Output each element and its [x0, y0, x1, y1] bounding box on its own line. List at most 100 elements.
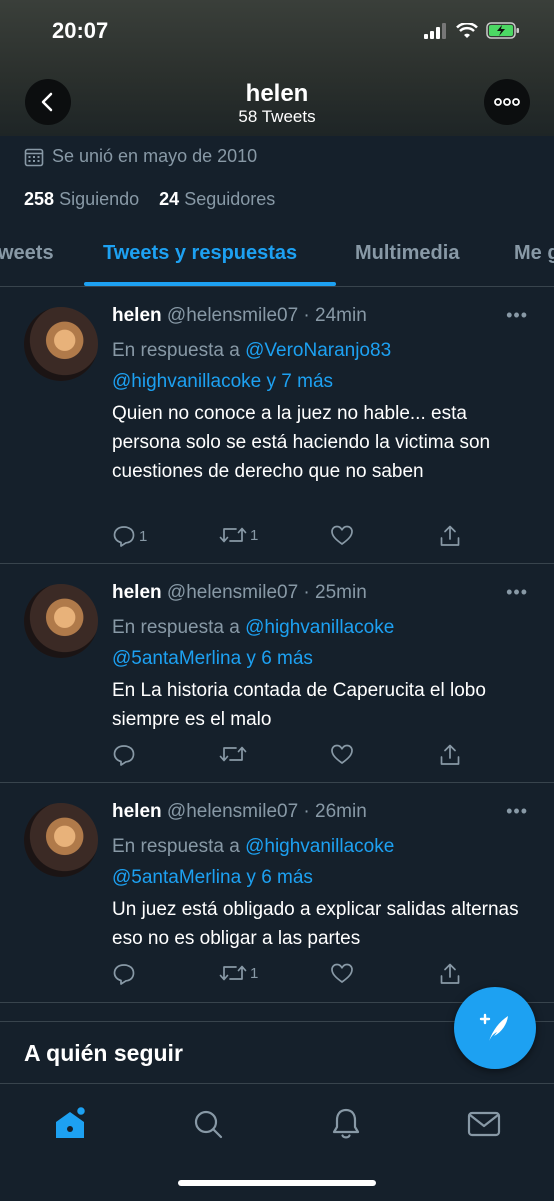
profile-name: helen [245, 80, 309, 107]
more-horizontal-icon [494, 98, 520, 106]
reply-user-link[interactable]: @highvanillacoke y 7 más [112, 371, 333, 392]
profile-tabs: weets Tweets y respuestas Multimedia Me … [0, 230, 554, 287]
reply-prefix: En respuesta a [112, 617, 240, 638]
tab-likes[interactable]: Me g [514, 242, 554, 265]
reply-context: En respuesta a @highvanillacoke @5antaMe… [112, 831, 532, 893]
retweet-button[interactable] [219, 743, 250, 765]
tweet-count: 58 Tweets [238, 107, 316, 126]
reply-context: En respuesta a @VeroNaranjo83 @highvanil… [112, 335, 532, 397]
active-tab-indicator [84, 282, 336, 286]
tweet-item[interactable]: helen @helensmile07 · 26min ••• En respu… [0, 783, 554, 1003]
signal-icon [424, 22, 446, 39]
tweet-header: helen @helensmile07 · 25min [112, 582, 367, 604]
tweet-more-icon[interactable]: ••• [506, 305, 528, 326]
tweet-handle-time: @helensmile07 · 26min [166, 801, 367, 822]
joined-date: Se unió en mayo de 2010 [24, 146, 257, 167]
share-icon [440, 744, 460, 765]
tweet-more-icon[interactable]: ••• [506, 801, 528, 822]
tab-media[interactable]: Multimedia [355, 242, 459, 265]
search-icon [194, 1110, 223, 1139]
home-indicator[interactable] [178, 1180, 376, 1186]
reply-user-link[interactable]: @highvanillacoke [245, 617, 394, 638]
retweet-count: 1 [250, 964, 259, 982]
nav-home[interactable] [50, 1104, 90, 1144]
heart-icon [331, 744, 353, 764]
compose-tweet-button[interactable] [454, 987, 536, 1069]
tweet-header: helen @helensmile07 · 24min [112, 305, 367, 327]
retweet-icon [219, 746, 247, 762]
reply-icon [113, 964, 135, 985]
share-button[interactable] [438, 743, 462, 767]
avatar[interactable] [24, 803, 98, 877]
tab-tweets-and-replies[interactable]: Tweets y respuestas [103, 242, 297, 265]
calendar-icon [24, 148, 44, 166]
tweet-text: Quien no conoce a la juez no hable... es… [112, 403, 491, 482]
tweet-author-name: helen [112, 801, 162, 822]
tweet-text: En La historia contada de Caperucita el … [112, 680, 486, 730]
nav-search[interactable] [188, 1104, 228, 1144]
following-count: 258 [24, 189, 55, 209]
retweet-count: 1 [250, 526, 259, 544]
followers-label: Seguidores [184, 189, 276, 209]
joined-text: Se unió en mayo de 2010 [52, 146, 258, 166]
tweet-more-icon[interactable]: ••• [506, 582, 528, 603]
tweet-actions [112, 743, 472, 771]
retweet-icon [219, 965, 247, 981]
like-button[interactable] [330, 524, 357, 546]
tweet-handle-time: @helensmile07 · 24min [166, 305, 367, 326]
tweet-author-name: helen [112, 582, 162, 603]
tab-tweets[interactable]: weets [0, 242, 54, 265]
heart-icon [331, 525, 353, 545]
tweet-handle-time: @helensmile07 · 25min [166, 582, 367, 603]
tweet-text: Un juez está obligado a explicar salidas… [112, 899, 519, 949]
reply-context: En respuesta a @highvanillacoke @5antaMe… [112, 612, 532, 674]
reply-user-link[interactable]: @highvanillacoke [245, 836, 394, 857]
battery-charging-icon [486, 22, 519, 39]
nav-messages[interactable] [464, 1104, 504, 1144]
share-button[interactable] [438, 962, 462, 986]
avatar[interactable] [24, 307, 98, 381]
bell-icon [332, 1108, 360, 1139]
profile-header-banner: 20:07 helen 58 Tweets [0, 0, 554, 136]
retweet-icon [219, 527, 247, 543]
followers-link[interactable]: 24 Seguidores [159, 189, 275, 209]
reply-button[interactable] [112, 962, 139, 986]
compose-feather-icon [479, 1013, 508, 1041]
tweet-item[interactable]: helen @helensmile07 · 24min ••• En respu… [0, 287, 554, 564]
retweet-button[interactable]: 1 [219, 524, 258, 546]
heart-icon [331, 963, 353, 983]
status-time: 20:07 [52, 18, 109, 43]
reply-icon [113, 745, 135, 766]
tweet-actions: 1 1 [112, 524, 472, 552]
tweet-actions: 1 [112, 962, 472, 990]
following-link[interactable]: 258 Siguiendo [24, 189, 139, 209]
home-icon [56, 1105, 87, 1138]
who-to-follow-heading: A quién seguir [24, 1040, 183, 1066]
reply-prefix: En respuesta a [112, 836, 240, 857]
share-button[interactable] [438, 524, 462, 548]
reply-user-link[interactable]: @VeroNaranjo83 [245, 340, 391, 361]
share-icon [440, 525, 460, 546]
more-options-button[interactable] [484, 79, 530, 125]
tweet-author-name: helen [112, 305, 162, 326]
tweet-item[interactable]: helen @helensmile07 · 25min ••• En respu… [0, 564, 554, 783]
tweet-header: helen @helensmile07 · 26min [112, 801, 367, 823]
follow-stats: 258 Siguiendo 24 Seguidores [24, 189, 275, 210]
reply-prefix: En respuesta a [112, 340, 240, 361]
reply-button[interactable]: 1 [112, 524, 147, 548]
retweet-button[interactable]: 1 [219, 962, 258, 984]
mail-icon [467, 1111, 501, 1137]
avatar[interactable] [24, 584, 98, 658]
reply-count: 1 [139, 527, 148, 545]
reply-user-link[interactable]: @5antaMerlina y 6 más [112, 648, 313, 669]
share-icon [440, 963, 460, 984]
reply-icon [113, 526, 135, 547]
like-button[interactable] [330, 962, 357, 984]
status-icons [424, 22, 520, 39]
like-button[interactable] [330, 743, 357, 765]
following-label: Siguiendo [59, 189, 140, 209]
nav-notifications[interactable] [326, 1104, 366, 1144]
followers-count: 24 [159, 189, 180, 209]
reply-button[interactable] [112, 743, 139, 767]
reply-user-link[interactable]: @5antaMerlina y 6 más [112, 867, 313, 888]
